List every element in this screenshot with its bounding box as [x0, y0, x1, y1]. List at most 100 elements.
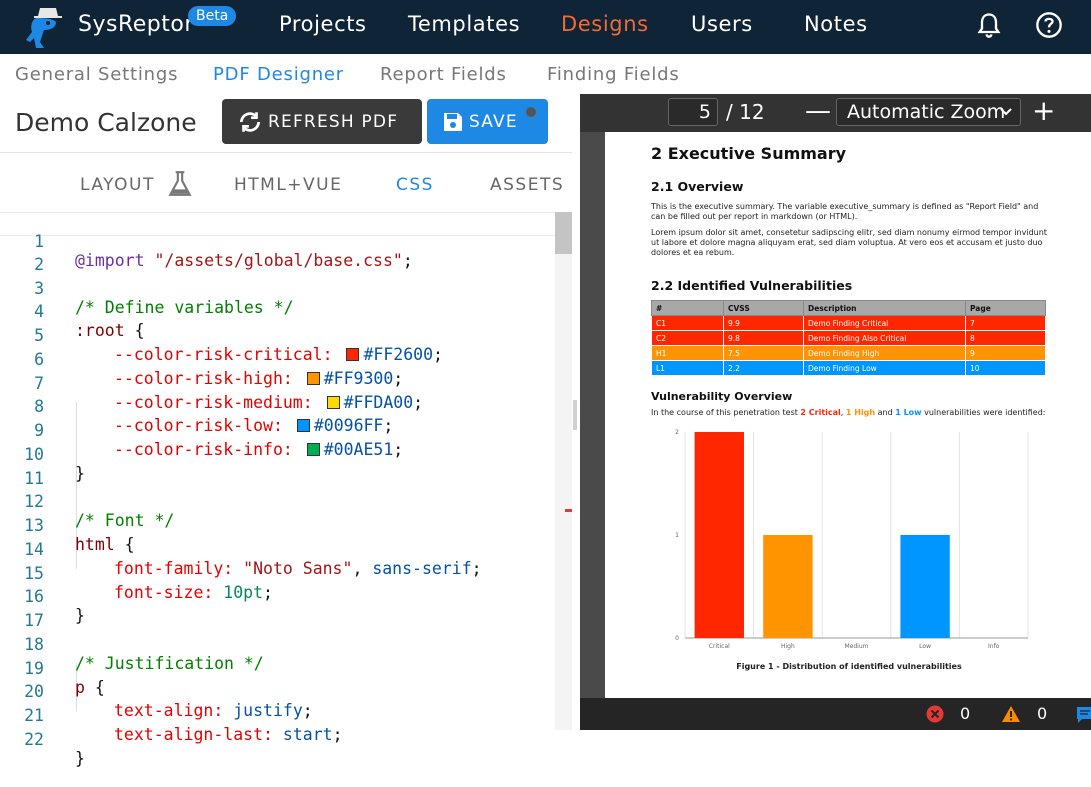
- nav-templates[interactable]: Templates: [408, 12, 520, 36]
- error-count[interactable]: 0: [926, 704, 970, 723]
- table-cell: Demo Finding High: [803, 345, 966, 361]
- code-line: 1 @import "/assets/global/base.css";: [0, 212, 555, 270]
- code-line: 16 }: [0, 568, 555, 625]
- x-tick-label: Medium: [845, 643, 869, 650]
- code-line: 11: [0, 450, 555, 488]
- save-button[interactable]: SAVE: [427, 99, 548, 144]
- code-line: 9 --color-risk-info: #00AE51;: [0, 402, 555, 459]
- save-label: SAVE: [469, 111, 518, 132]
- tab-html-vue[interactable]: HTML+VUE: [234, 175, 342, 195]
- table-cell: 10: [965, 360, 1046, 376]
- code-line: 22 }: [0, 711, 555, 768]
- code-line: 15 font-size: 10pt;: [0, 545, 555, 602]
- table-row: C1 9.9 Demo Finding Critical 7: [651, 315, 1046, 331]
- table-cell: Demo Finding Also Critical: [803, 330, 966, 346]
- x-tick-label: High: [781, 643, 795, 650]
- refresh-icon: [239, 111, 261, 132]
- figure-caption: Figure 1 - Distribution of identified vu…: [736, 662, 962, 671]
- nav-designs[interactable]: Designs: [561, 12, 649, 36]
- code-line: 8 --color-risk-low: #0096FF;: [0, 378, 555, 435]
- pdf-page: 2 Executive Summary 2.1 Overview This is…: [605, 132, 1091, 698]
- table-cell: Demo Finding Critical: [803, 315, 966, 331]
- pdf-heading-vulnerability-overview: Vulnerability Overview: [651, 390, 793, 403]
- beta-badge: Beta: [188, 6, 237, 26]
- y-tick-label: 1: [675, 532, 679, 539]
- table-cell: L1: [651, 360, 724, 376]
- panel-resize-handle[interactable]: [573, 400, 577, 430]
- table-header: #: [651, 300, 724, 316]
- scrollbar-error-marker: [565, 509, 572, 512]
- pdf-lorem-text: Lorem ipsum dolor sit amet, consetetur s…: [651, 228, 1047, 257]
- editor-scrollbar-thumb[interactable]: [555, 212, 572, 254]
- table-cell: C2: [651, 330, 724, 346]
- nav-users[interactable]: Users: [691, 12, 753, 36]
- table-row: C2 9.8 Demo Finding Also Critical 8: [651, 330, 1046, 346]
- code-line: 19 p {: [0, 640, 555, 697]
- code-line: 7 --color-risk-medium: #FFDA00;: [0, 355, 555, 412]
- x-tick-label: Low: [919, 643, 931, 650]
- zoom-select-value: Automatic Zoom: [847, 101, 1006, 123]
- bar-low: [900, 535, 950, 638]
- page-number-input[interactable]: 5: [668, 98, 718, 126]
- warning-icon: [1002, 705, 1020, 722]
- table-cell: C1: [651, 315, 724, 331]
- nav-notes[interactable]: Notes: [804, 12, 868, 36]
- zoom-out-button[interactable]: —: [805, 96, 831, 126]
- pdf-preview-panel: 5 / 12 — Automatic Zoom + 2 Executive Su…: [580, 94, 1091, 730]
- x-tick-label: Info: [988, 643, 1000, 650]
- editor-tabs: LAYOUT HTML+VUE CSS ASSETS: [0, 152, 572, 214]
- table-cell: 7.5: [723, 345, 804, 361]
- unsaved-indicator: [526, 107, 536, 117]
- zoom-select[interactable]: Automatic Zoom: [836, 98, 1021, 126]
- code-line: 14 font-family: "Noto Sans", sans-serif;: [0, 521, 555, 578]
- message-icon[interactable]: [1076, 706, 1091, 724]
- table-cell: Demo Finding Low: [803, 360, 966, 376]
- tab-assets[interactable]: ASSETS: [490, 175, 564, 195]
- vulnerability-table: # CVSS Description Page C1 9.9 Demo Find…: [651, 300, 1046, 376]
- y-tick-label: 0: [675, 635, 679, 642]
- help-icon[interactable]: [1035, 11, 1063, 39]
- sysreptor-logo-icon[interactable]: [22, 2, 74, 50]
- bell-icon[interactable]: [975, 11, 1003, 39]
- table-cell: 7: [965, 315, 1046, 331]
- refresh-pdf-label: REFRESH PDF: [268, 111, 399, 132]
- subnav-pdf-designer[interactable]: PDF Designer: [213, 64, 344, 85]
- brand-name[interactable]: SysReptor: [78, 12, 194, 37]
- tab-layout[interactable]: LAYOUT: [80, 175, 155, 195]
- code-line: 13 html {: [0, 497, 555, 554]
- x-tick-label: Critical: [709, 643, 730, 650]
- pdf-heading-identified-vulnerabilities: 2.2 Identified Vulnerabilities: [651, 278, 853, 293]
- subnav-report-fields[interactable]: Report Fields: [380, 64, 507, 85]
- code-line: 21 text-align-last: start;: [0, 687, 555, 744]
- editor-scrollbar[interactable]: [555, 212, 572, 730]
- table-cell: 8: [965, 330, 1046, 346]
- flask-icon: [168, 171, 192, 196]
- subnav-finding-fields[interactable]: Finding Fields: [547, 64, 680, 85]
- pdf-status-bar: 0 0: [580, 698, 1091, 730]
- vulnerability-bar-chart: 0 1 2 Critical High Medium Low Info: [675, 429, 1029, 650]
- table-cell: H1: [651, 345, 724, 361]
- code-line: 18 /* Justification */: [0, 616, 555, 673]
- warning-count[interactable]: 0: [1001, 704, 1047, 723]
- refresh-pdf-button[interactable]: REFRESH PDF: [222, 99, 422, 144]
- code-line: 6 --color-risk-high: #FF9300;: [0, 331, 555, 388]
- bar-critical: [694, 432, 744, 638]
- code-line: 17: [0, 592, 555, 630]
- nav-projects[interactable]: Projects: [279, 12, 367, 36]
- pdf-heading-overview: 2.1 Overview: [651, 179, 744, 194]
- table-header-row: # CVSS Description Page: [651, 300, 1046, 316]
- subnav-general-settings[interactable]: General Settings: [15, 64, 178, 85]
- floppy-disk-icon: [444, 112, 462, 131]
- code-line: 20 text-align: justify;: [0, 663, 555, 720]
- tab-css[interactable]: CSS: [396, 175, 434, 195]
- zoom-in-button[interactable]: +: [1032, 94, 1055, 127]
- table-row: H1 7.5 Demo Finding High 9: [651, 345, 1046, 361]
- table-header: Description: [803, 300, 966, 316]
- code-line: 2: [0, 236, 555, 274]
- code-text: }: [75, 749, 85, 768]
- table-cell: 2.2: [723, 360, 804, 376]
- line-number: 22: [24, 730, 44, 749]
- table-header: Page: [965, 300, 1046, 316]
- code-line: 12 /* Font */: [0, 473, 555, 530]
- css-code-editor[interactable]: 1 @import "/assets/global/base.css"; 2 3…: [0, 212, 572, 768]
